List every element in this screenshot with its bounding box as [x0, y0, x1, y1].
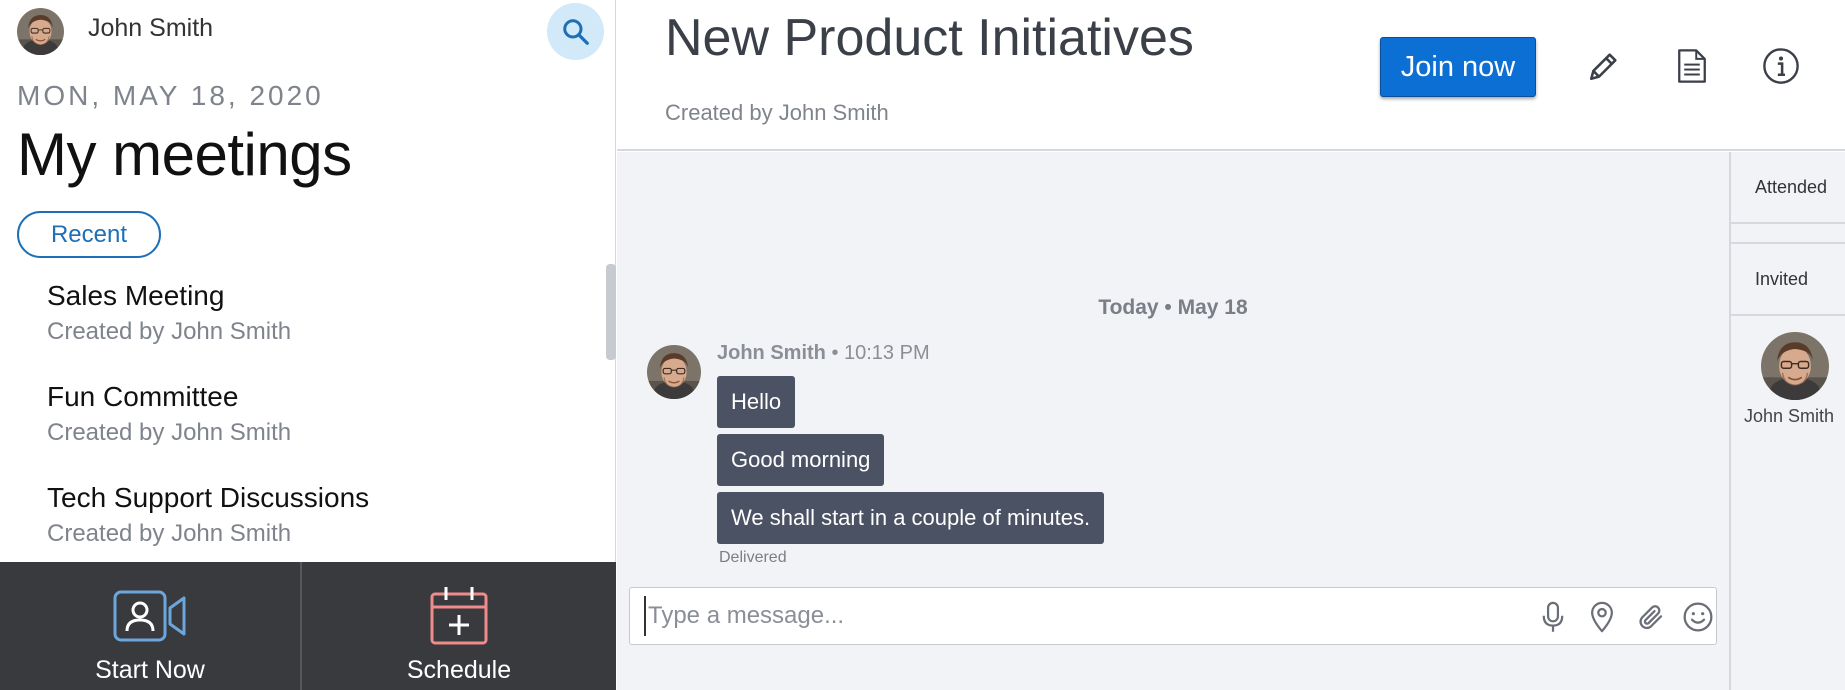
meeting-list: Sales Meeting Created by John Smith Fun … — [0, 272, 602, 562]
tab-invited[interactable]: Invited — [1731, 244, 1845, 316]
document-icon — [1678, 49, 1706, 83]
start-now-label: Start Now — [95, 656, 205, 684]
current-date: MON, MAY 18, 2020 — [17, 80, 324, 111]
user-name: John Smith — [88, 14, 214, 42]
delivery-status: Delivered — [719, 549, 787, 566]
schedule-label: Schedule — [406, 656, 512, 684]
participants-panel: Attended Invited John Smith — [1729, 152, 1845, 690]
message-composer — [629, 587, 1717, 645]
message-meta: John Smith • 10:13 PM — [717, 342, 930, 365]
location-icon — [1591, 601, 1613, 633]
pencil-icon — [1589, 53, 1617, 81]
emoji-button[interactable] — [1681, 600, 1715, 634]
meeting-header: New Product Initiatives Created by John … — [617, 0, 1845, 151]
calendar-add-icon — [430, 587, 488, 645]
day-divider: Today • May 18 — [1098, 296, 1248, 319]
meeting-title: New Product Initiatives — [665, 9, 1194, 67]
message-bubble: Hello — [717, 376, 796, 428]
meeting-creator: Created by John Smith — [47, 520, 292, 547]
user-avatar[interactable] — [17, 8, 64, 55]
emoji-icon — [1683, 602, 1713, 632]
bottom-action-bar: Start Now Schedule — [0, 562, 616, 690]
meeting-list-scrollbar[interactable] — [606, 264, 616, 564]
share-location-button[interactable] — [1585, 600, 1619, 634]
meeting-title: Sales Meeting — [47, 280, 225, 311]
info-icon — [1763, 48, 1799, 84]
meetings-sidebar: John Smith MON, MAY 18, 2020 My meetings… — [0, 0, 616, 690]
video-camera-icon — [113, 590, 186, 642]
meeting-title: Fun Committee — [47, 381, 239, 412]
meeting-item-fun-committee[interactable]: Fun Committee Created by John Smith — [47, 381, 587, 471]
meeting-creator: Created by John Smith — [47, 419, 292, 446]
notes-button[interactable] — [1670, 44, 1714, 88]
meeting-item-sales-meeting[interactable]: Sales Meeting Created by John Smith — [47, 280, 587, 370]
microphone-icon — [1542, 601, 1564, 632]
page-title: My meetings — [17, 121, 352, 188]
message-time: • 10:13 PM — [825, 342, 930, 364]
search-icon — [562, 18, 589, 45]
message-bubble: We shall start in a couple of minutes. — [717, 492, 1105, 544]
attach-file-button[interactable] — [1634, 600, 1668, 634]
message-bubble: Good morning — [717, 434, 885, 486]
chat-panel: Today • May 18 John Smith • 10:13 PM Hel… — [617, 152, 1729, 690]
message-author-avatar — [647, 345, 701, 399]
meeting-item-tech-support[interactable]: Tech Support Discussions Created by John… — [47, 482, 587, 562]
meeting-creator: Created by John Smith — [47, 318, 292, 345]
scrollbar-thumb[interactable] — [606, 264, 616, 360]
recent-filter-button[interactable]: Recent — [17, 211, 161, 258]
schedule-button[interactable]: Schedule — [302, 562, 616, 690]
search-button[interactable] — [547, 3, 604, 60]
meeting-title: Tech Support Discussions — [47, 482, 370, 513]
info-button[interactable] — [1759, 44, 1803, 88]
message-author: John Smith — [717, 342, 826, 364]
edit-button[interactable] — [1582, 44, 1626, 88]
message-input[interactable] — [644, 596, 1524, 636]
meeting-creator: Created by John Smith — [665, 100, 889, 125]
voice-message-button[interactable] — [1536, 600, 1570, 634]
start-now-button[interactable]: Start Now — [0, 562, 302, 690]
join-now-button[interactable]: Join now — [1380, 37, 1536, 97]
tab-attended[interactable]: Attended — [1731, 152, 1845, 224]
participant-name: John Smith — [1743, 406, 1835, 426]
tab-divider — [1731, 224, 1845, 244]
participant-avatar[interactable] — [1761, 332, 1829, 400]
attachment-icon — [1639, 605, 1663, 630]
